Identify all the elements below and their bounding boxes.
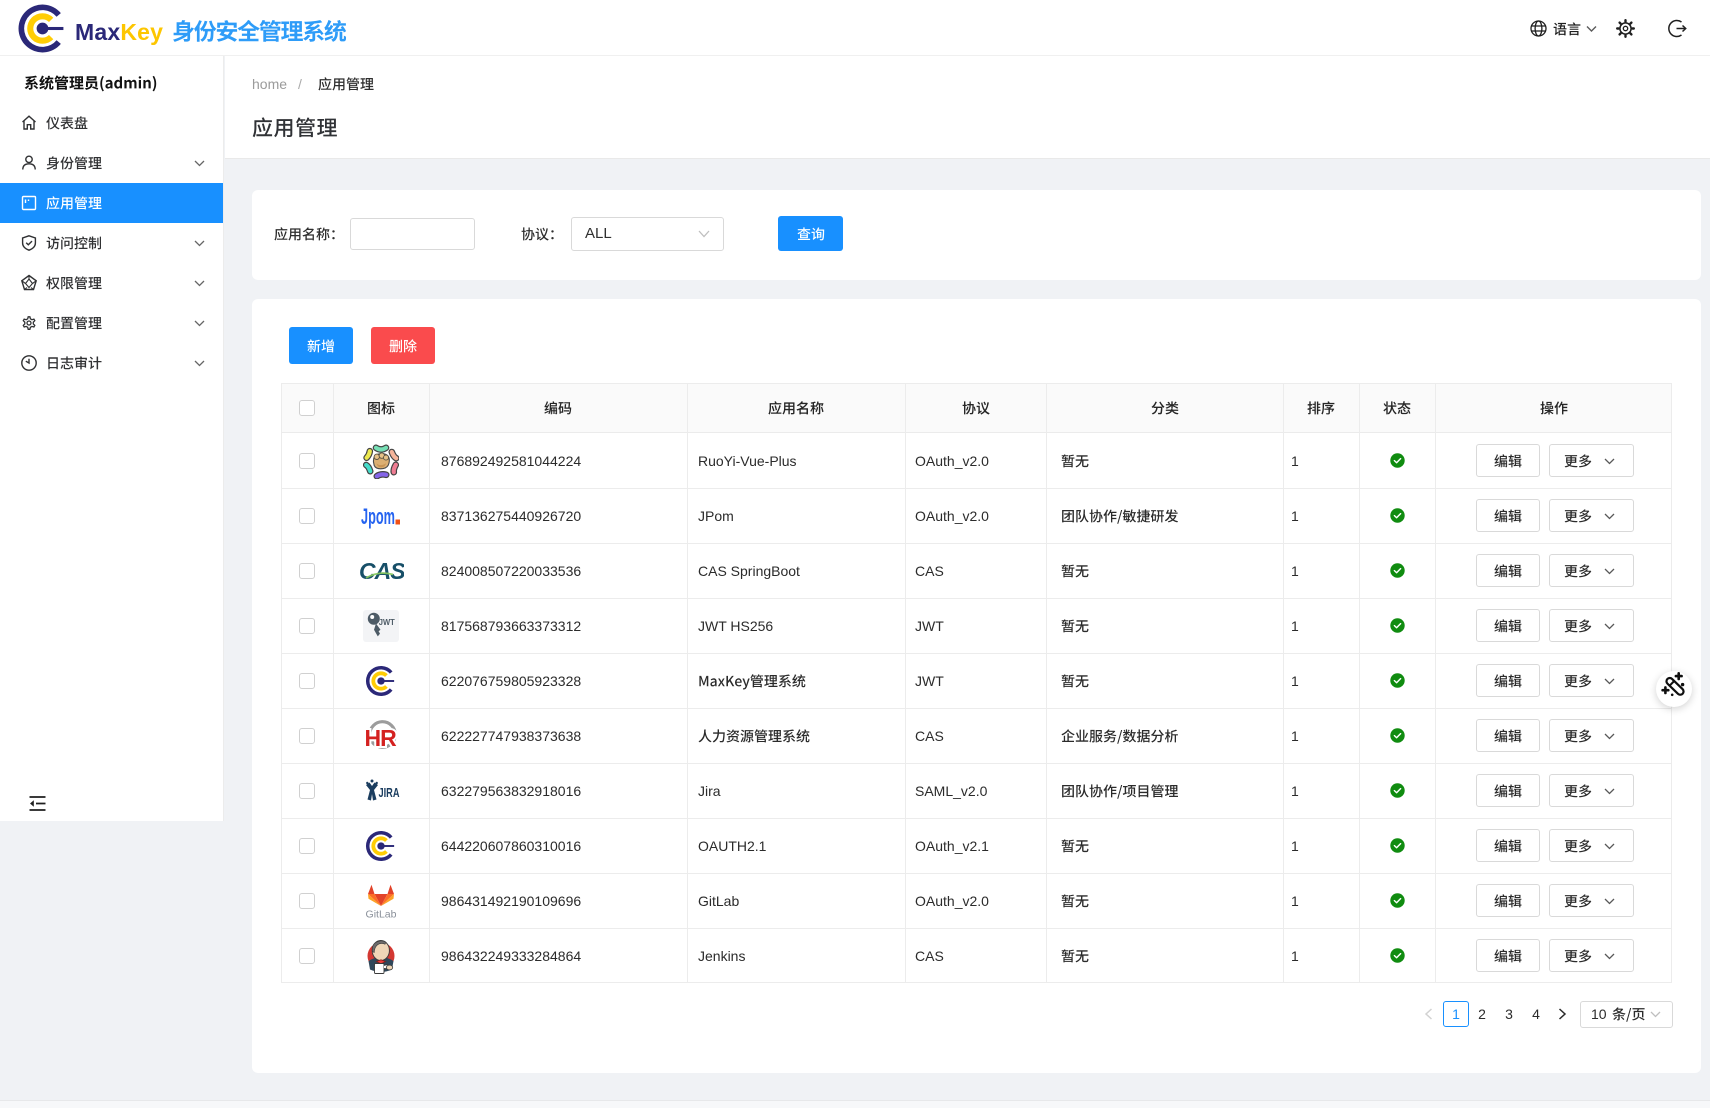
svg-text:JWT: JWT <box>379 616 396 626</box>
svg-text:Jpom: Jpom <box>361 504 395 529</box>
svg-text:CAS: CAS <box>359 558 404 584</box>
svg-text:JIRA: JIRA <box>379 785 400 800</box>
svg-text:GitLab: GitLab <box>366 908 397 920</box>
svg-text:HR: HR <box>365 725 398 751</box>
